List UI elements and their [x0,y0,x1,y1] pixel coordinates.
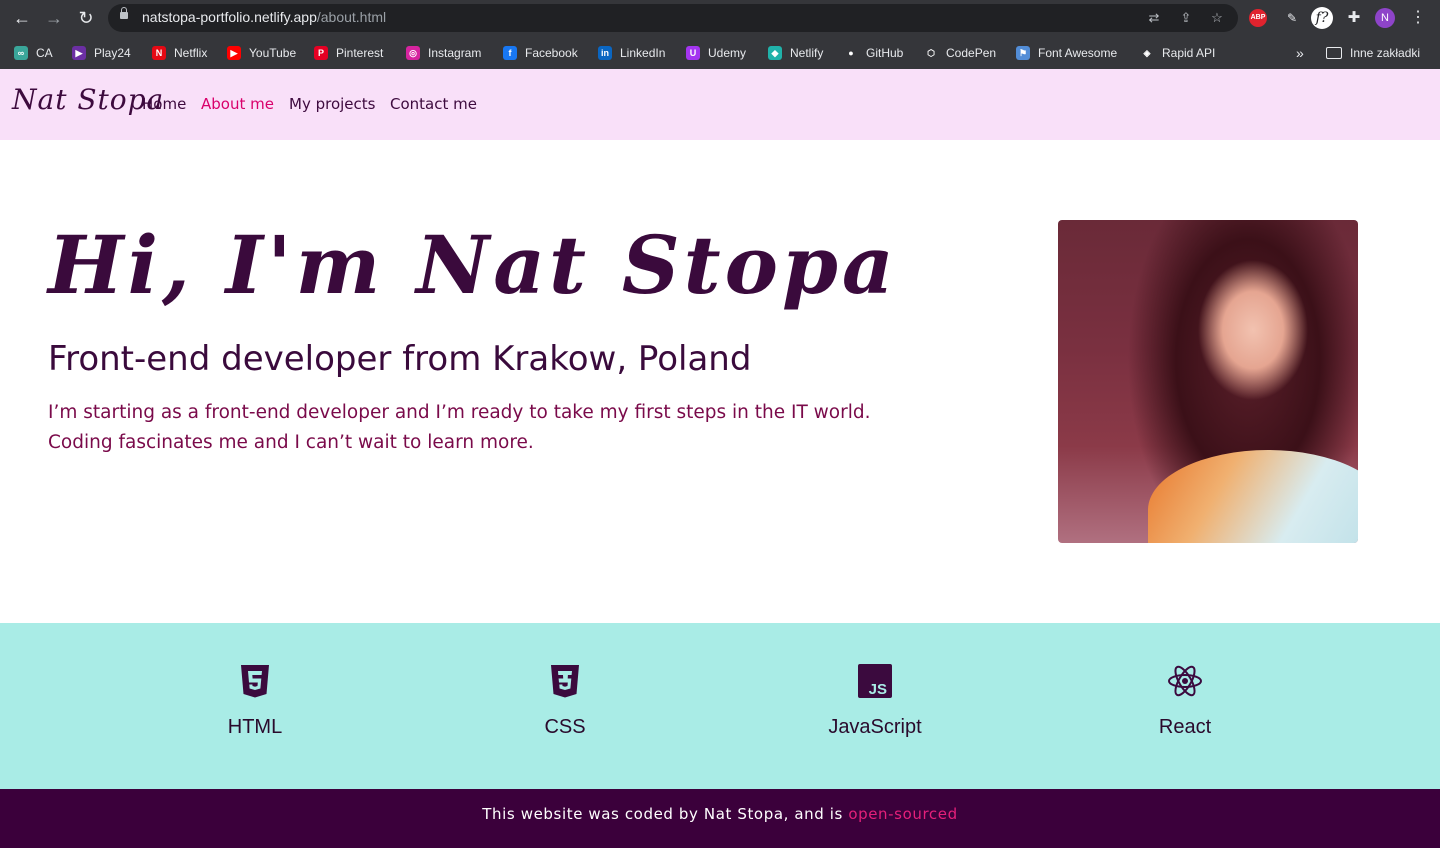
hero-description: I’m starting as a front-end developer an… [48,402,871,453]
bookmark-github[interactable]: ● GitHub [844,44,903,61]
css3-icon [551,665,579,698]
skill-label: JavaScript [828,716,922,738]
bookmark-label: Font Awesome [1038,45,1118,60]
share-icon[interactable]: ⇪ [1178,10,1194,26]
bookmark-label: Rapid API [1162,45,1216,60]
more-bookmarks-button[interactable]: » [1296,44,1304,61]
bookmark-label: CA [36,45,53,60]
nav-about-me[interactable]: About me [201,95,274,113]
profile-photo [1058,220,1358,543]
other-bookmarks-label: Inne zakładki [1350,45,1421,60]
play-icon: ▶ [72,45,86,60]
bookmark-label: YouTube [249,45,297,60]
nav-home[interactable]: Home [142,95,186,113]
udemy-icon: U [686,45,700,60]
hero-title: Hi, I'm Nat Stopa [48,218,898,312]
menu-kebab-icon[interactable]: ⋮ [1410,8,1426,28]
linkedin-icon: in [598,45,612,60]
skill-css: CSS [465,663,665,739]
extensions-puzzle-icon[interactable]: ✚ [1344,8,1364,28]
bookmark-label: GitHub [866,45,904,60]
forward-icon[interactable]: → [44,8,64,28]
bookmark-ca[interactable]: ∞ CA [14,44,53,61]
bookmark-instagram[interactable]: ◎ Instagram [406,44,481,61]
netlify-icon: ◆ [768,45,782,60]
bookmark-linkedin[interactable]: in LinkedIn [598,44,665,61]
skill-label: CSS [544,716,586,738]
bookmark-label: CodePen [946,45,997,60]
bookmark-label: Facebook [525,45,578,60]
github-icon: ● [848,47,854,58]
bookmark-rapid-api[interactable]: ◈ Rapid API [1140,44,1216,61]
reload-icon[interactable]: ↻ [76,8,96,28]
footer-text: This website was coded by Nat Stopa, and… [0,789,1440,823]
facebook-icon: f [503,45,517,60]
skill-react: React [1085,663,1285,739]
bookmark-play24[interactable]: ▶ Play24 [72,44,131,61]
footer-credit: This website was coded by Nat Stopa, and… [482,805,849,823]
nav-my-projects[interactable]: My projects [289,95,375,113]
star-icon[interactable]: ☆ [1209,10,1225,26]
translate-icon[interactable]: ⇄ [1146,10,1162,26]
skill-html: HTML [155,663,355,739]
browser-chrome: ← → ↻ natstopa-portfolio.netlify.app/abo… [0,0,1440,69]
open-sourced-link[interactable]: open-sourced [848,805,957,823]
hero-subtitle: Front-end developer from Krakow, Poland [48,339,752,379]
url-text[interactable]: natstopa-portfolio.netlify.app/about.htm… [142,9,386,25]
bookmarks-bar: ∞ CA ▶ Play24 N Netflix ▶ YouTube P Pinterest ◎ Ins… [0,36,1440,69]
bookmark-pinterest[interactable]: P Pinterest [314,44,383,61]
bookmark-label: LinkedIn [620,45,666,60]
nav-contact-me[interactable]: Contact me [390,95,477,113]
html5-icon [241,665,269,698]
skill-javascript: JS JavaScript [775,663,975,739]
pinterest-icon: P [314,45,328,60]
youtube-icon: ▶ [227,45,241,60]
bookmark-label: Pinterest [336,45,384,60]
bookmark-label: Instagram [428,45,482,60]
bookmark-label: Play24 [94,45,131,60]
react-icon [1168,665,1202,697]
font-awesome-icon: ⚑ [1016,45,1030,60]
other-bookmarks-folder[interactable]: Inne zakładki [1326,44,1420,61]
back-icon[interactable]: ← [12,8,32,28]
ca-icon: ∞ [14,45,28,60]
bookmark-youtube[interactable]: ▶ YouTube [227,44,296,61]
bookmark-label: Udemy [708,45,747,60]
skills-section: HTML CSS JS JavaScript React [0,623,1440,789]
profile-avatar[interactable]: N [1375,8,1395,28]
whatfont-icon[interactable]: f? [1311,7,1333,29]
browser-toolbar: ← → ↻ natstopa-portfolio.netlify.app/abo… [0,0,1440,36]
address-bar[interactable]: natstopa-portfolio.netlify.app/about.htm… [108,4,1238,32]
netflix-icon: N [152,45,166,60]
folder-icon [1326,46,1342,59]
bookmark-netlify[interactable]: ◆ Netlify [768,44,823,61]
bookmark-label: Netlify [790,45,824,60]
bookmark-udemy[interactable]: U Udemy [686,44,746,61]
adblock-icon[interactable]: ABP [1249,9,1267,27]
bookmark-netflix[interactable]: N Netflix [152,44,207,61]
skill-label: React [1158,716,1212,738]
lock-icon [120,7,128,19]
codepen-icon: ⬡ [927,47,935,58]
photo-shirt [1148,450,1358,543]
skill-label: HTML [227,716,283,738]
svg-text:JS: JS [869,681,887,698]
extension-icon[interactable]: ✎ [1281,8,1303,28]
site-navbar: Nat Stopa Home About me My projects Cont… [0,69,1440,140]
js-icon: JS [858,664,892,698]
rapid-api-icon: ◈ [1143,47,1151,58]
bookmark-facebook[interactable]: f Facebook [503,44,578,61]
bookmark-codepen[interactable]: ⬡ CodePen [924,44,996,61]
bookmark-label: Netflix [174,45,208,60]
site-footer: This website was coded by Nat Stopa, and… [0,789,1440,848]
instagram-icon: ◎ [406,45,420,60]
bookmark-font-awesome[interactable]: ⚑ Font Awesome [1016,44,1117,61]
